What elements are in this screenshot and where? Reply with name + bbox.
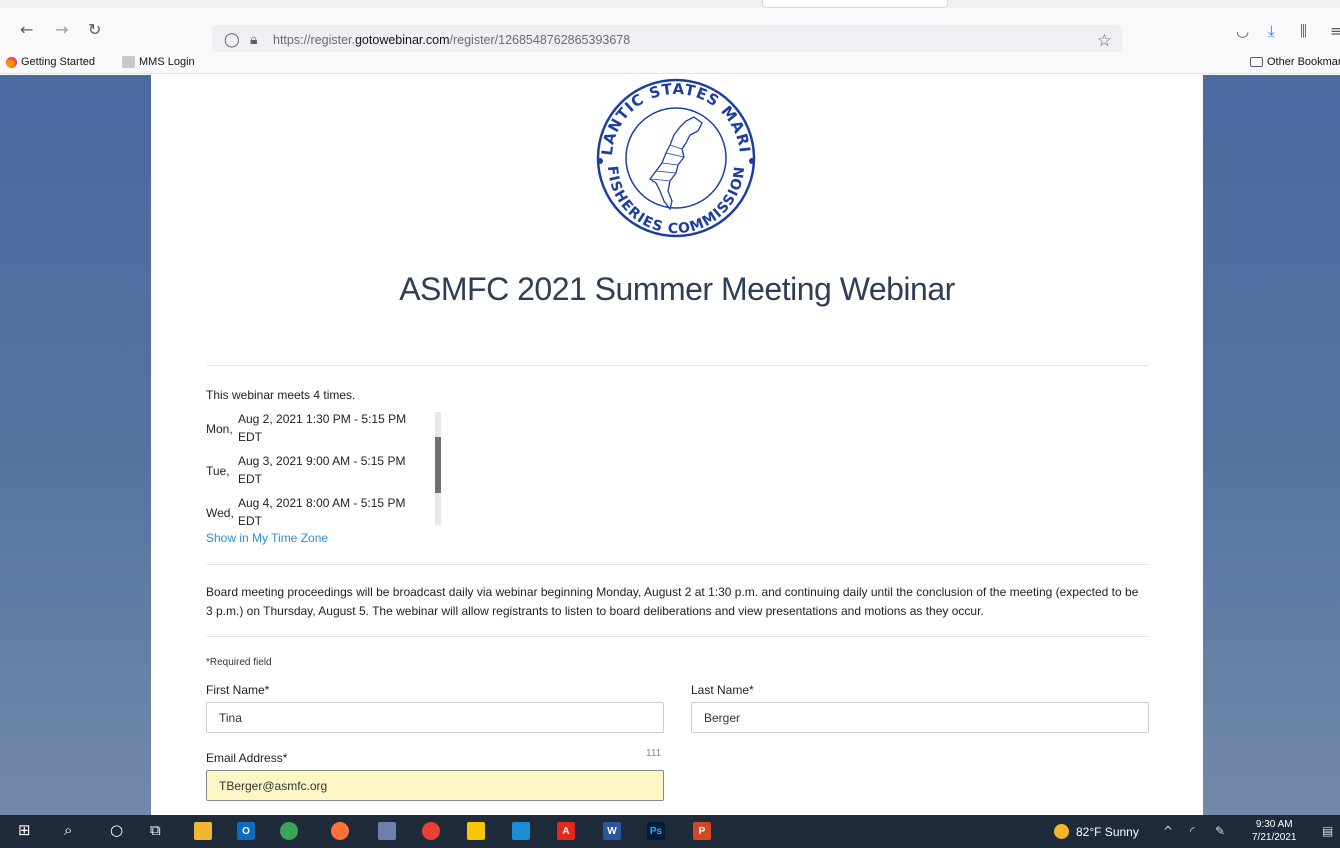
meeting-count: This webinar meets 4 times. [206,388,356,402]
firefox-icon [6,56,17,68]
tray-chevron-icon[interactable]: ^ [1163,824,1173,838]
menu-icon[interactable]: ≡ [1330,24,1340,39]
file-explorer-icon[interactable] [194,822,212,840]
photoshop-icon[interactable]: Ps [647,822,665,840]
navigation-toolbar: ← → ↻ ◯ 🔒︎ https://register.gotowebinar.… [0,8,1340,57]
remote-desktop-icon[interactable] [378,822,396,840]
shield-icon[interactable]: ◯ [224,33,240,47]
sticky-notes-icon[interactable] [467,822,485,840]
weather-sun-icon[interactable] [1054,824,1069,839]
email-label: Email Address* [206,751,288,765]
taskbar-clock[interactable]: 9:30 AM 7/21/2021 [1252,818,1297,844]
search-icon[interactable]: ⌕ [64,823,72,838]
pen-icon[interactable]: ✎ [1215,824,1225,838]
firefox-taskbar-icon[interactable] [331,822,349,840]
task-view-icon[interactable]: ⧉ [150,823,161,838]
download-icon[interactable]: ⤓ [1268,24,1275,39]
email-field[interactable]: TBerger@asmfc.org [206,770,664,801]
other-bookmarks[interactable]: Other Bookmar [1250,56,1340,68]
weather-text[interactable]: 82°F Sunny [1076,825,1139,839]
bookmark-mms-login[interactable]: MMS Login [122,56,195,68]
divider [206,564,1148,565]
session-day: Tue, [206,464,230,478]
url-text[interactable]: https://register.gotowebinar.com/registe… [273,33,630,47]
word-icon[interactable]: W [603,822,621,840]
session-day: Wed, [206,506,234,520]
show-in-my-time-zone-link[interactable]: Show in My Time Zone [206,531,328,545]
active-tab[interactable] [762,0,948,8]
tab-strip [0,0,1340,8]
photos-icon[interactable] [512,822,530,840]
notification-icon[interactable]: ▤ [1322,824,1333,838]
library-icon[interactable]: ⫼ [1300,24,1307,39]
webinar-description: Board meeting proceedings will be broadc… [206,585,1139,618]
session-time: Aug 2, 2021 1:30 PM - 5:15 PM EDT [238,412,407,444]
session-time: Aug 4, 2021 8:00 AM - 5:15 PM EDT [238,496,406,525]
last-name-field[interactable]: Berger [691,702,1149,733]
session-scrollbar-thumb[interactable] [435,437,441,493]
logo-dot-right [749,158,755,164]
email-char-counter: 111 [646,748,662,759]
session-list[interactable]: Mon, Aug 2, 2021 1:30 PM - 5:15 PM EDT T… [206,410,446,525]
windows-taskbar: ⊞ ⌕ ○ ⧉ O A W Ps P 82°F Sunny ^ ◜ ✎ 9:30… [0,815,1340,848]
reload-icon[interactable]: ↻ [88,22,101,38]
logo-dot-left [597,158,603,164]
session-item: Tue, Aug 3, 2021 9:00 AM - 5:15 PM EDT [206,452,436,494]
back-arrow-icon[interactable]: ← [20,22,33,38]
required-field-note: *Required field [206,657,272,668]
chrome-icon[interactable] [422,822,440,840]
first-name-label: First Name* [206,683,270,697]
bookmarks-toolbar: Getting Started MMS Login Other Bookmar [0,52,1340,74]
powerpoint-icon[interactable]: P [693,822,711,840]
page-icon [122,56,135,68]
maps-icon[interactable] [280,822,298,840]
first-name-field[interactable]: Tina [206,702,664,733]
session-item: Wed, Aug 4, 2021 8:00 AM - 5:15 PM EDT [206,494,436,525]
network-icon[interactable]: ◜ [1190,824,1195,838]
windows-start-icon[interactable]: ⊞ [18,823,31,838]
divider [206,365,1148,366]
divider [206,636,1148,637]
last-name-label: Last Name* [691,683,754,697]
pocket-icon[interactable]: ◡ [1236,24,1249,39]
bookmark-getting-started[interactable]: Getting Started [6,56,95,68]
asmfc-logo: ATLANTIC STATES MARINE FISHERIES COMMISS… [586,77,756,238]
bookmark-star-icon[interactable]: ☆ [1097,31,1112,51]
session-item: Mon, Aug 2, 2021 1:30 PM - 5:15 PM EDT [206,410,436,452]
folder-icon [1250,57,1263,67]
session-time: Aug 3, 2021 9:00 AM - 5:15 PM EDT [238,454,406,486]
outlook-icon[interactable]: O [237,822,255,840]
lock-icon[interactable]: 🔒︎ [250,33,257,47]
page-title: ASMFC 2021 Summer Meeting Webinar [399,271,955,307]
cortana-icon[interactable]: ○ [110,823,123,838]
acrobat-icon[interactable]: A [557,822,575,840]
forward-arrow-icon[interactable]: → [55,22,68,38]
session-day: Mon, [206,422,233,436]
registration-card: ATLANTIC STATES MARINE FISHERIES COMMISS… [151,75,1203,815]
